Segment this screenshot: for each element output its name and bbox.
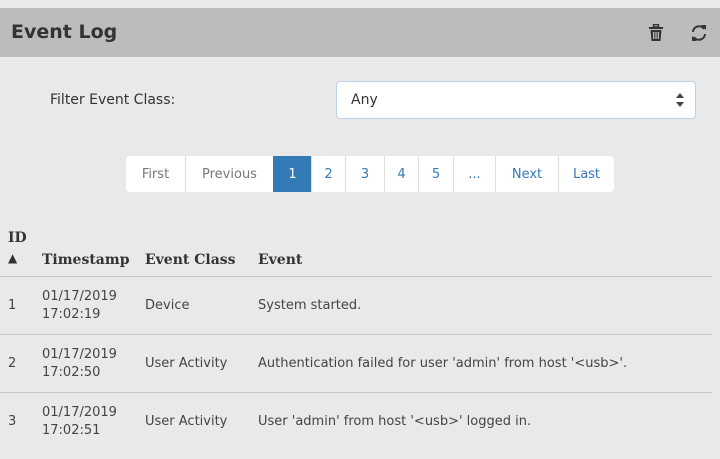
column-header-event-class[interactable]: Event Class: [145, 224, 258, 277]
cell-time: 17:02:19: [42, 306, 101, 322]
cell-event-class: User Activity: [145, 414, 228, 430]
cell-timestamp: 01/17/2019 17:02:19: [42, 276, 145, 335]
pagination: First Previous 1 2 3 4 5 ... Next Last: [126, 156, 614, 192]
column-header-timestamp[interactable]: Timestamp: [42, 224, 145, 277]
event-log-table: ID ▲ Timestamp Event Class Event 1 01/17…: [0, 224, 712, 451]
pagination-page-2[interactable]: 2: [311, 156, 345, 192]
cell-event: User 'admin' from host '<usb>' logged in…: [258, 414, 532, 430]
pagination-next[interactable]: Next: [495, 156, 558, 192]
table-header-row: ID ▲ Timestamp Event Class Event: [0, 224, 712, 277]
event-log-panel: Event Log Filter Event Class: Any First …: [0, 0, 720, 459]
cell-timestamp: 01/17/2019 17:02:51: [42, 393, 145, 451]
table-row: 2 01/17/2019 17:02:50 User Activity Auth…: [0, 334, 712, 393]
panel-header: Event Log: [0, 8, 720, 57]
cell-date: 01/17/2019: [42, 288, 117, 304]
sort-ascending-icon: ▲: [8, 251, 18, 265]
table-row: 3 01/17/2019 17:02:51 User Activity User…: [0, 393, 712, 451]
pagination-page-5[interactable]: 5: [418, 156, 453, 192]
pagination-page-1[interactable]: 1: [273, 156, 311, 192]
pagination-page-3[interactable]: 3: [345, 156, 384, 192]
cell-id: 2: [0, 334, 42, 393]
table-row: 1 01/17/2019 17:02:19 Device System star…: [0, 276, 712, 335]
pagination-page-4[interactable]: 4: [384, 156, 418, 192]
refresh-icon[interactable]: [688, 22, 710, 44]
cell-event-class: User Activity: [145, 334, 258, 393]
cell-id: 1: [0, 276, 42, 335]
panel-title: Event Log: [11, 21, 118, 43]
column-header-id[interactable]: ID ▲: [0, 224, 42, 277]
cell-event: System started.: [258, 276, 712, 335]
cell-date: 01/17/2019: [42, 346, 117, 362]
cell-event-class: Device: [145, 276, 258, 335]
pagination-ellipsis[interactable]: ...: [453, 156, 495, 192]
pagination-previous[interactable]: Previous: [185, 156, 273, 192]
filter-event-class-label: Filter Event Class:: [50, 92, 176, 108]
pagination-last[interactable]: Last: [558, 156, 614, 192]
cell-event: Authentication failed for user 'admin' f…: [258, 334, 712, 393]
cell-date: 01/17/2019: [42, 404, 117, 420]
event-class-select[interactable]: Any: [336, 81, 696, 119]
select-caret-icon: [675, 91, 685, 113]
trash-icon[interactable]: [645, 22, 667, 44]
cell-id: 3: [8, 414, 17, 430]
pagination-first[interactable]: First: [126, 156, 185, 192]
event-class-select-value: Any: [351, 92, 378, 108]
cell-time: 17:02:50: [42, 364, 101, 380]
column-header-event[interactable]: Event: [258, 224, 712, 277]
cell-time: 17:02:51: [42, 422, 101, 438]
cell-timestamp: 01/17/2019 17:02:50: [42, 334, 145, 393]
